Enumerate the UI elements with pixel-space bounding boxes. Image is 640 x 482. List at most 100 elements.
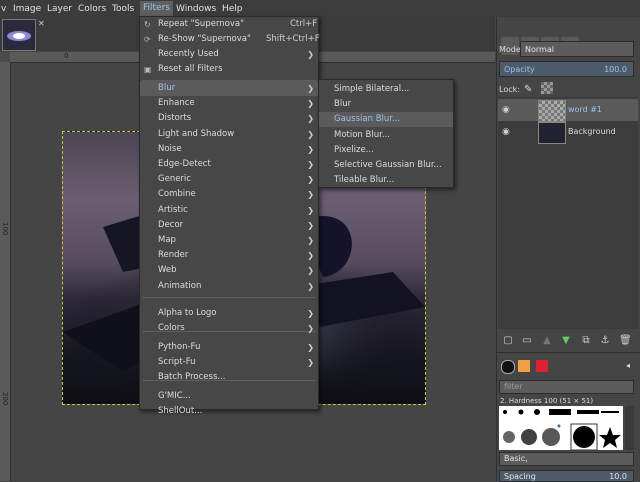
menu-item-label: Blur — [334, 99, 352, 110]
blur-item-gaussian-blur[interactable]: Gaussian Blur... — [319, 112, 453, 128]
menu-image[interactable]: Image — [13, 3, 41, 15]
menu-item-reset-filters[interactable]: ▣ Reset all Filters — [140, 62, 318, 77]
menu-item-label: Combine — [158, 189, 196, 200]
spacing-slider[interactable]: Spacing 10.0 — [499, 470, 634, 482]
spacing-label: Spacing — [504, 472, 536, 481]
menu-item-generic[interactable]: Generic ❯ — [140, 172, 318, 187]
menu-view[interactable]: v — [1, 3, 6, 15]
eye-icon[interactable]: ◉ — [502, 99, 510, 121]
chevron-right-icon: ❯ — [307, 266, 314, 276]
brush-lock-icon[interactable]: ✎ — [524, 84, 532, 95]
chevron-right-icon: ❯ — [307, 114, 314, 124]
anchor-layer-icon[interactable]: ⚓ — [599, 335, 611, 347]
layer-row-word[interactable]: ◉ word #1 — [498, 99, 638, 122]
menu-item-label: Decor — [158, 219, 184, 230]
menu-separator — [142, 297, 316, 298]
opacity-slider[interactable]: Opacity 100.0 — [499, 61, 634, 77]
menu-item-batch-process[interactable]: Batch Process... — [140, 370, 318, 385]
menu-item-repeat[interactable]: ↻ Repeat "Supernova" Ctrl+F — [140, 17, 318, 32]
chevron-right-icon: ❯ — [307, 50, 314, 59]
menu-item-colors[interactable]: Colors ❯ — [140, 321, 318, 336]
menu-item-noise[interactable]: Noise ❯ — [140, 142, 318, 157]
chevron-right-icon: ❯ — [307, 99, 314, 109]
patterns-tab-icon[interactable] — [518, 360, 530, 372]
ruler-tick: 200 — [1, 392, 9, 406]
menu-item-label: Script-Fu — [158, 357, 196, 368]
menu-item-blur[interactable]: Blur ❯ — [140, 81, 318, 96]
menu-item-g-mic[interactable]: G'MIC... — [140, 389, 318, 404]
layer-name[interactable]: word #1 — [568, 99, 602, 121]
menu-item-label: Generic — [158, 174, 191, 185]
close-icon[interactable]: ✕ — [38, 20, 46, 28]
menu-item-enhance[interactable]: Enhance ❯ — [140, 96, 318, 111]
menu-windows[interactable]: Windows — [176, 3, 216, 15]
menu-help[interactable]: Help — [222, 3, 243, 15]
eye-icon[interactable]: ◉ — [502, 121, 510, 143]
chevron-right-icon: ❯ — [307, 220, 314, 230]
menu-item-label: Batch Process... — [158, 372, 226, 383]
menu-item-label: Artistic — [158, 204, 188, 215]
delete-layer-icon[interactable]: 🗑 — [619, 335, 632, 347]
menu-item-map[interactable]: Map ❯ — [140, 233, 318, 248]
menu-item-decor[interactable]: Decor ❯ — [140, 218, 318, 233]
chevron-right-icon: ❯ — [307, 84, 314, 93]
alpha-lock-icon[interactable] — [541, 82, 553, 94]
blur-item-pixelize[interactable]: Pixelize... — [319, 143, 453, 158]
menu-item-light-and-shadow[interactable]: Light and Shadow ❯ — [140, 127, 318, 142]
chevron-right-icon: ❯ — [307, 175, 314, 185]
menu-item-label: G'MIC... — [158, 391, 191, 401]
brush-name: 2. Hardness 100 (51 × 51) — [500, 397, 594, 405]
ruler-tick: 100 — [1, 222, 9, 236]
repeat-icon: ↻ — [144, 20, 151, 29]
panel-menu-icon[interactable]: ◂ — [626, 361, 630, 370]
menu-item-recently-used[interactable]: Recently Used ❯ — [140, 47, 318, 62]
blur-item-motion-blur[interactable]: Motion Blur... — [319, 128, 453, 143]
duplicate-layer-icon[interactable]: ⧉ — [580, 335, 592, 347]
menu-colors[interactable]: Colors — [78, 3, 106, 15]
menu-layer[interactable]: Layer — [47, 3, 72, 15]
blur-item-simple-bilateral[interactable]: Simple Bilateral... — [319, 82, 453, 97]
ruler-corner — [0, 52, 10, 62]
menu-item-animation[interactable]: Animation ❯ — [140, 279, 318, 294]
blur-item-blur[interactable]: Blur — [319, 97, 453, 112]
layer-name[interactable]: Background — [568, 121, 616, 143]
menu-item-artistic[interactable]: Artistic ❯ — [140, 203, 318, 218]
gradients-tab-icon[interactable] — [536, 360, 548, 372]
lower-layer-icon[interactable]: ▼ — [560, 335, 572, 347]
vertical-ruler[interactable]: 100 200 — [0, 62, 11, 481]
new-layer-group-icon[interactable]: ▭ — [521, 335, 533, 347]
brush-grid[interactable] — [499, 406, 623, 451]
chevron-right-icon: ❯ — [307, 129, 314, 139]
brush-filter-input[interactable]: filter — [499, 380, 634, 394]
menu-item-render[interactable]: Render ❯ — [140, 248, 318, 263]
menu-item-script-fu[interactable]: Script-Fu ❯ — [140, 355, 318, 370]
menu-item-label: Python-Fu — [158, 342, 201, 352]
brush-tag-field[interactable]: Basic, — [499, 452, 634, 466]
reshow-icon: ⟳ — [144, 35, 151, 44]
menu-item-python-fu[interactable]: Python-Fu ❯ — [140, 340, 318, 355]
raise-layer-icon[interactable]: ▲ — [541, 335, 553, 347]
brushes-tab-icon[interactable] — [501, 360, 515, 374]
menu-item-label: Selective Gaussian Blur... — [334, 160, 442, 170]
menu-item-distorts[interactable]: Distorts ❯ — [140, 111, 318, 126]
menu-item-shellout[interactable]: ShellOut... — [140, 404, 318, 419]
menu-filters[interactable]: Filters — [140, 1, 173, 16]
blur-item-selective-gaussian-blur[interactable]: Selective Gaussian Blur... — [319, 158, 453, 173]
ruler-tick: 0 — [64, 52, 69, 60]
menu-item-alpha-to-logo[interactable]: Alpha to Logo ❯ — [140, 306, 318, 321]
filters-menu: ↻ Repeat "Supernova" Ctrl+F ⟳ Re-Show "S… — [139, 16, 320, 416]
layer-row-background[interactable]: ◉ Background — [498, 121, 638, 144]
menu-item-web[interactable]: Web ❯ — [140, 263, 318, 278]
image-tab-thumbnail[interactable] — [2, 19, 36, 51]
menu-item-label: Motion Blur... — [334, 129, 390, 140]
blur-item-tileable-blur[interactable]: Tileable Blur... — [319, 173, 453, 188]
mode-select[interactable]: Normal — [520, 41, 634, 57]
new-layer-icon[interactable]: ▢ — [502, 335, 514, 347]
menu-item-edge-detect[interactable]: Edge-Detect ❯ — [140, 157, 318, 172]
brush-scrollbar[interactable] — [625, 406, 634, 450]
menu-item-label: Alpha to Logo — [158, 308, 217, 318]
chevron-right-icon: ❯ — [307, 144, 314, 154]
menu-item-combine[interactable]: Combine ❯ — [140, 187, 318, 202]
menu-item-reshow[interactable]: ⟳ Re-Show "Supernova" Shift+Ctrl+F — [140, 32, 320, 47]
menu-tools[interactable]: Tools — [112, 3, 134, 15]
